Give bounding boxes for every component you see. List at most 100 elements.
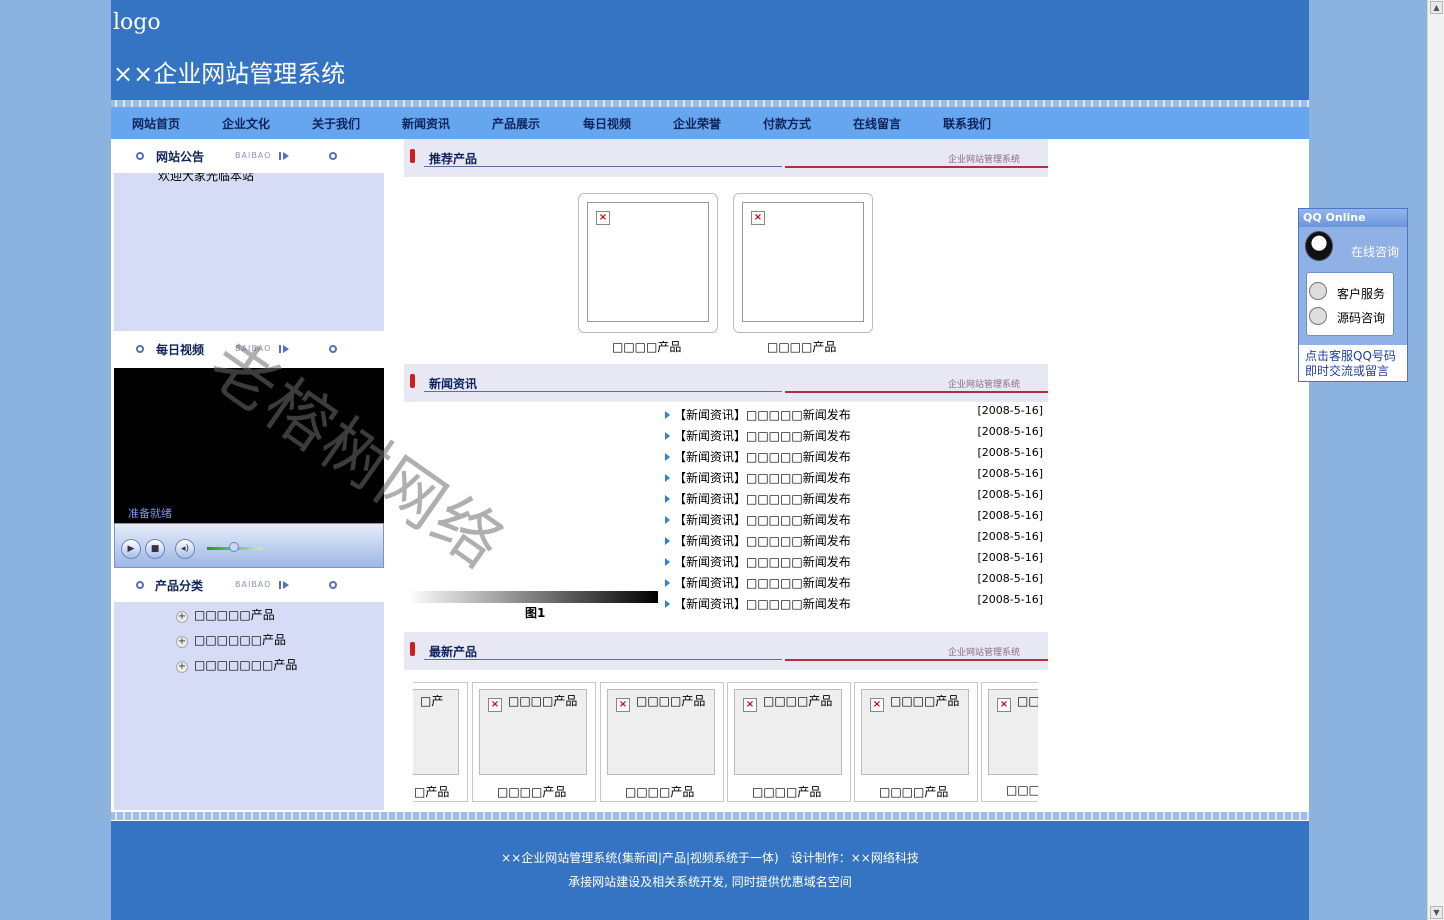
bullet-icon (329, 152, 337, 160)
image-frame: □产 (413, 689, 459, 775)
news-item[interactable]: 【新闻资讯】□□□□□新闻发布 [2008-5-16] (665, 425, 1043, 444)
header-line (785, 659, 1048, 661)
news-item[interactable]: 【新闻资讯】□□□□□新闻发布 [2008-5-16] (665, 404, 1043, 423)
qq-service-2[interactable]: 源码咨询 (1337, 309, 1385, 326)
notice-title: 网站公告 (156, 150, 205, 164)
category-en: BAIBAO (235, 580, 272, 589)
footer-line-2: 承接网站建设及相关系统开发, 同时提供优惠域名空间 (568, 875, 852, 889)
nav-honor[interactable]: 企业荣誉 (673, 115, 721, 132)
product-caption[interactable]: □□□□产品 (767, 338, 836, 355)
latest-sub: 企业网站管理系统 (948, 648, 1021, 658)
category-header: 产品分类 BAIBAO (111, 568, 387, 602)
product-caption: □□□□产品 (752, 785, 822, 799)
video-title: 每日视频 (156, 343, 205, 357)
right-blank-area (1048, 139, 1309, 812)
image-frame: × □□□□产品 (734, 689, 842, 775)
latest-product[interactable]: × □□□□产品 □□□□产品 (472, 682, 596, 802)
category-item[interactable]: + □□□□□产品 (176, 606, 275, 623)
nav-culture[interactable]: 企业文化 (222, 115, 270, 132)
product-image[interactable]: × (578, 193, 718, 333)
site-header: logo ××企业网站管理系统 (111, 0, 1309, 100)
notice-en: BAIBAO (235, 151, 272, 160)
qq-service-1[interactable]: 客户服务 (1337, 285, 1385, 302)
nav-about[interactable]: 关于我们 (312, 115, 360, 132)
video-status: 准备就绪 (128, 507, 172, 520)
avatar-icon (1309, 307, 1327, 325)
product-caption[interactable]: □□□□产品 (612, 338, 681, 355)
image-frame: × □□□□产品 (607, 689, 715, 775)
logo[interactable]: logo (113, 10, 161, 35)
figure-label: 图1 (525, 606, 546, 620)
stop-button[interactable]: ■ (145, 539, 165, 559)
triangle-icon (665, 474, 670, 482)
product-caption: □□□□产品 (497, 785, 567, 799)
category-item[interactable]: + □□□□□□□产品 (176, 656, 297, 673)
triangle-icon (665, 558, 670, 566)
triangle-icon (665, 411, 670, 419)
vertical-scrollbar[interactable]: ▲ ▼ (1427, 0, 1444, 920)
news-sub: 企业网站管理系统 (948, 380, 1021, 390)
latest-header: 最新产品 企业网站管理系统 (404, 632, 1048, 670)
latest-product[interactable]: × □□□□产品 □□□□产品 (727, 682, 851, 802)
arrow-icon (279, 152, 289, 160)
avatar-icon (1309, 282, 1327, 300)
qq-foot-line-1: 点击客服QQ号码 (1305, 349, 1396, 363)
latest-title: 最新产品 (429, 645, 478, 659)
news-item[interactable]: 【新闻资讯】□□□□□新闻发布 [2008-5-16] (665, 467, 1043, 486)
latest-products-scroller: □产 □产品 × □□□□产品 □□□□产品 × □□□□产品 □□□□产品 × □□… (413, 682, 1038, 802)
play-button[interactable]: ▶ (121, 539, 141, 559)
header-line (424, 659, 782, 660)
news-title: 新闻资讯 (429, 377, 478, 391)
bullet-icon (136, 152, 144, 160)
latest-product[interactable]: × □□ □□□ (981, 682, 1038, 802)
broken-image-icon: × (997, 698, 1011, 712)
triangle-icon (665, 600, 670, 608)
qq-header: QQ Online (1299, 209, 1407, 227)
plus-icon: + (176, 636, 188, 648)
volume-handle[interactable] (229, 542, 239, 552)
nav-contact[interactable]: 联系我们 (943, 115, 991, 132)
nav-products[interactable]: 产品展示 (492, 115, 540, 132)
nav-news[interactable]: 新闻资讯 (402, 115, 450, 132)
qq-footer: 点击客服QQ号码 即时交流或留言 (1305, 349, 1396, 379)
news-item[interactable]: 【新闻资讯】□□□□□新闻发布 [2008-5-16] (665, 572, 1043, 591)
bullet-icon (329, 581, 337, 589)
news-item[interactable]: 【新闻资讯】□□□□□新闻发布 [2008-5-16] (665, 509, 1043, 528)
footer-border (111, 812, 1309, 820)
news-item[interactable]: 【新闻资讯】□□□□□新闻发布 [2008-5-16] (665, 593, 1043, 612)
nav-message[interactable]: 在线留言 (853, 115, 901, 132)
category-box: + □□□□□产品 + □□□□□□产品 + □□□□□□□产品 (114, 602, 384, 810)
volume-button[interactable]: ◂) (175, 539, 195, 559)
plus-icon: + (176, 661, 188, 673)
qq-body: 在线咨询 客户服务 源码咨询 (1299, 227, 1407, 345)
category-item[interactable]: + □□□□□□产品 (176, 631, 286, 648)
news-item[interactable]: 【新闻资讯】□□□□□新闻发布 [2008-5-16] (665, 488, 1043, 507)
bullet-icon (136, 581, 144, 589)
footer-line-1: ××企业网站管理系统(集新闻|产品|视频系统于一体) 设计制作：××网络科技 (501, 851, 919, 865)
notice-header: 网站公告 BAIBAO (111, 139, 387, 173)
image-frame: × □□ (988, 689, 1038, 775)
latest-product[interactable]: × □□□□产品 □□□□产品 (600, 682, 724, 802)
triangle-icon (665, 495, 670, 503)
news-item[interactable]: 【新闻资讯】□□□□□新闻发布 [2008-5-16] (665, 551, 1043, 570)
news-item[interactable]: 【新闻资讯】□□□□□新闻发布 [2008-5-16] (665, 446, 1043, 465)
nav-payment[interactable]: 付款方式 (763, 115, 811, 132)
qq-online-label[interactable]: 在线咨询 (1351, 243, 1399, 260)
qq-foot-line-2: 即时交流或留言 (1305, 364, 1390, 378)
news-item[interactable]: 【新闻资讯】□□□□□新闻发布 [2008-5-16] (665, 530, 1043, 549)
nav-home[interactable]: 网站首页 (132, 115, 180, 132)
product-caption: □□□□产品 (625, 785, 695, 799)
latest-product[interactable]: × □□□□产品 □□□□产品 (854, 682, 978, 802)
nav-video[interactable]: 每日视频 (583, 115, 631, 132)
arrow-icon (279, 581, 289, 589)
news-header: 新闻资讯 企业网站管理系统 (404, 364, 1048, 402)
product-image[interactable]: × (733, 193, 873, 333)
notice-marquee[interactable]: 欢迎大家光临本站 (158, 173, 254, 184)
site-footer: ××企业网站管理系统(集新闻|产品|视频系统于一体) 设计制作：××网络科技 承… (111, 821, 1309, 920)
section-marker-icon (410, 642, 415, 656)
scroll-up-icon[interactable]: ▲ (1430, 1, 1443, 14)
scroll-down-icon[interactable]: ▼ (1430, 906, 1443, 919)
image-frame: × (587, 202, 709, 322)
latest-product[interactable]: □产 □产品 (413, 682, 468, 802)
header-line (785, 391, 1048, 393)
